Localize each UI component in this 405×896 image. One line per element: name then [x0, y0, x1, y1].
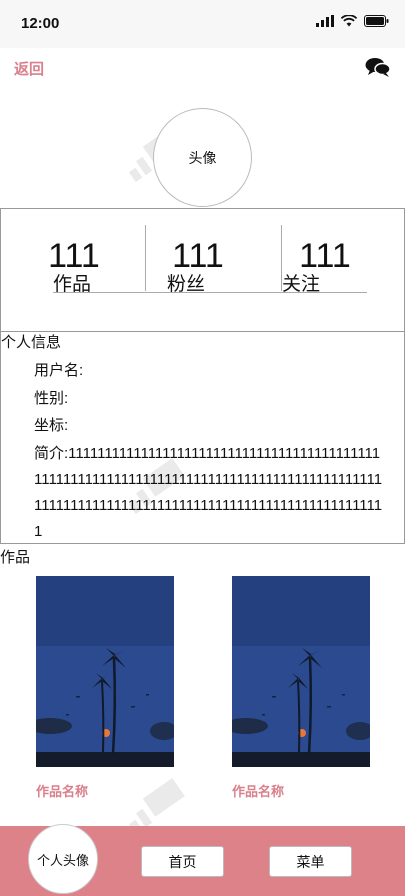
works-title: 作品 [0, 549, 31, 566]
bottom-avatar-label: 个人头像 [36, 852, 89, 868]
stat-following[interactable]: 111 [270, 239, 380, 273]
personal-info-title: 个人信息 [1, 334, 62, 351]
location-label: 坐标: [34, 417, 69, 434]
home-button[interactable]: 首页 [141, 846, 224, 877]
menu-button[interactable]: 菜单 [269, 846, 352, 877]
signal-icon [316, 15, 334, 27]
work-name: 作品名称 [36, 784, 89, 799]
bottom-bar: 个人头像 首页 菜单 [0, 824, 405, 896]
work-name: 作品名称 [232, 784, 285, 799]
stat-following-count: 111 [299, 237, 351, 275]
stat-fans-label[interactable]: 粉丝 [131, 269, 241, 296]
gender-label: 性别: [34, 390, 69, 407]
status-time: 12:00 [21, 15, 60, 32]
stat-works-count: 111 [48, 237, 100, 275]
chat-bubbles-icon[interactable] [365, 56, 391, 78]
work-thumbnail [36, 576, 174, 767]
wifi-icon [341, 15, 357, 27]
stats-panel: 111 111 111 作品 粉丝 关注 [0, 208, 405, 332]
bio: 简介:1111111111111111111111111111111111111… [34, 441, 384, 545]
bio-label: 简介: [34, 445, 69, 462]
stat-fans[interactable]: 111 [143, 239, 253, 273]
battery-icon [364, 15, 389, 27]
status-bar: 12:00 [0, 0, 405, 48]
stat-works[interactable]: 111 [19, 239, 129, 273]
status-icons [316, 15, 389, 27]
nav-bar: 返回 [0, 48, 405, 86]
stat-fans-count: 111 [172, 237, 224, 275]
back-link[interactable]: 返回 [14, 58, 44, 79]
work-card[interactable]: 作品名称 [232, 576, 370, 800]
bottom-avatar[interactable]: 个人头像 [28, 824, 98, 894]
bio-text: 1111111111111111111111111111111111111111… [34, 445, 383, 540]
work-thumbnail [232, 576, 370, 767]
stat-works-label[interactable]: 作品 [17, 269, 127, 296]
work-card[interactable]: 作品名称 [36, 576, 174, 800]
profile-avatar[interactable]: 头像 [153, 108, 252, 207]
stat-following-label[interactable]: 关注 [246, 269, 356, 296]
username-label: 用户名: [34, 362, 84, 379]
profile-avatar-label: 头像 [188, 149, 217, 166]
personal-info-panel: 个人信息 用户名: 性别: 坐标: 简介:1111111111111111111… [0, 331, 405, 544]
